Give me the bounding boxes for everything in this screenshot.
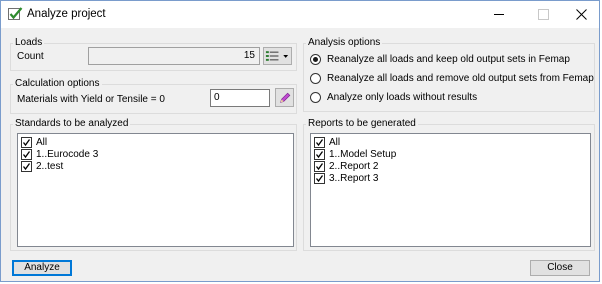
materials-label: Materials with Yield or Tensile = 0 xyxy=(17,94,165,105)
close-button[interactable]: Close xyxy=(530,260,590,276)
list-item[interactable]: 1..Eurocode 3 xyxy=(21,149,98,160)
reports-group: Reports to be generated All 1..Model Set… xyxy=(303,118,595,251)
close-icon xyxy=(575,9,587,20)
list-item[interactable]: All xyxy=(21,137,47,148)
checkbox[interactable] xyxy=(314,137,325,148)
checkbox[interactable] xyxy=(314,161,325,172)
checkbox[interactable] xyxy=(314,149,325,160)
list-item[interactable]: 2..Report 2 xyxy=(314,161,378,172)
pencil-icon xyxy=(279,92,290,103)
count-label: Count xyxy=(17,51,44,62)
list-item-label: All xyxy=(329,137,341,148)
title-bar: Analyze project xyxy=(1,1,599,28)
list-item[interactable]: 1..Model Setup xyxy=(314,149,396,160)
checkbox[interactable] xyxy=(314,173,325,184)
analyze-project-window: Analyze project Loads Count 15 Calculati… xyxy=(0,0,600,282)
window-title: Analyze project xyxy=(27,8,106,20)
load-list-button[interactable] xyxy=(263,47,292,65)
list-item-label: All xyxy=(36,137,48,148)
list-item-label: 2..test xyxy=(36,161,64,172)
radio-button[interactable] xyxy=(310,73,321,84)
standards-group-title: Standards to be analyzed xyxy=(13,118,131,129)
list-item-label: 1..Eurocode 3 xyxy=(36,149,99,160)
checkbox[interactable] xyxy=(21,137,32,148)
calculation-options-group: Calculation options Materials with Yield… xyxy=(10,78,297,114)
checkbox[interactable] xyxy=(21,161,32,172)
analysis-options-title: Analysis options xyxy=(306,37,383,48)
minimize-button[interactable] xyxy=(483,1,515,28)
maximize-icon xyxy=(537,9,549,20)
radio-button[interactable] xyxy=(310,54,321,65)
reports-group-title: Reports to be generated xyxy=(306,118,418,129)
loads-group-title: Loads xyxy=(13,37,45,48)
list-item-label: 3..Report 3 xyxy=(329,173,379,184)
list-item[interactable]: 3..Report 3 xyxy=(314,173,378,184)
close-window-button[interactable] xyxy=(565,1,597,28)
list-item[interactable]: 2..test xyxy=(21,161,63,172)
list-item-label: 1..Model Setup xyxy=(329,149,397,160)
calculation-options-title: Calculation options xyxy=(13,78,102,89)
radio-keep-output-sets[interactable]: Reanalyze all loads and keep old output … xyxy=(310,54,570,65)
standards-group: Standards to be analyzed All 1..Eurocode… xyxy=(10,118,297,251)
radio-label: Reanalyze all loads and remove old outpu… xyxy=(327,73,594,84)
list-item-label: 2..Report 2 xyxy=(329,161,379,172)
list-item[interactable]: All xyxy=(314,137,340,148)
materials-input[interactable]: 0 xyxy=(210,89,270,107)
radio-label: Reanalyze all loads and keep old output … xyxy=(327,54,570,65)
count-field: 15 xyxy=(88,47,260,65)
loads-group: Loads Count 15 xyxy=(10,37,297,71)
radio-remove-output-sets[interactable]: Reanalyze all loads and remove old outpu… xyxy=(310,73,594,84)
edit-materials-button[interactable] xyxy=(275,88,294,107)
reports-list[interactable]: All 1..Model Setup 2..Report 2 3..Report… xyxy=(310,133,591,247)
radio-button[interactable] xyxy=(310,92,321,103)
checkmark-icon xyxy=(7,6,23,22)
radio-only-without-results[interactable]: Analyze only loads without results xyxy=(310,92,477,103)
list-icon xyxy=(265,51,289,61)
maximize-button[interactable] xyxy=(527,1,559,28)
checkbox[interactable] xyxy=(21,149,32,160)
analysis-options-group: Analysis options Reanalyze all loads and… xyxy=(303,37,595,112)
minimize-icon xyxy=(494,14,504,15)
analyze-button[interactable]: Analyze xyxy=(12,260,72,276)
radio-label: Analyze only loads without results xyxy=(327,92,478,103)
standards-list[interactable]: All 1..Eurocode 3 2..test xyxy=(17,133,294,247)
